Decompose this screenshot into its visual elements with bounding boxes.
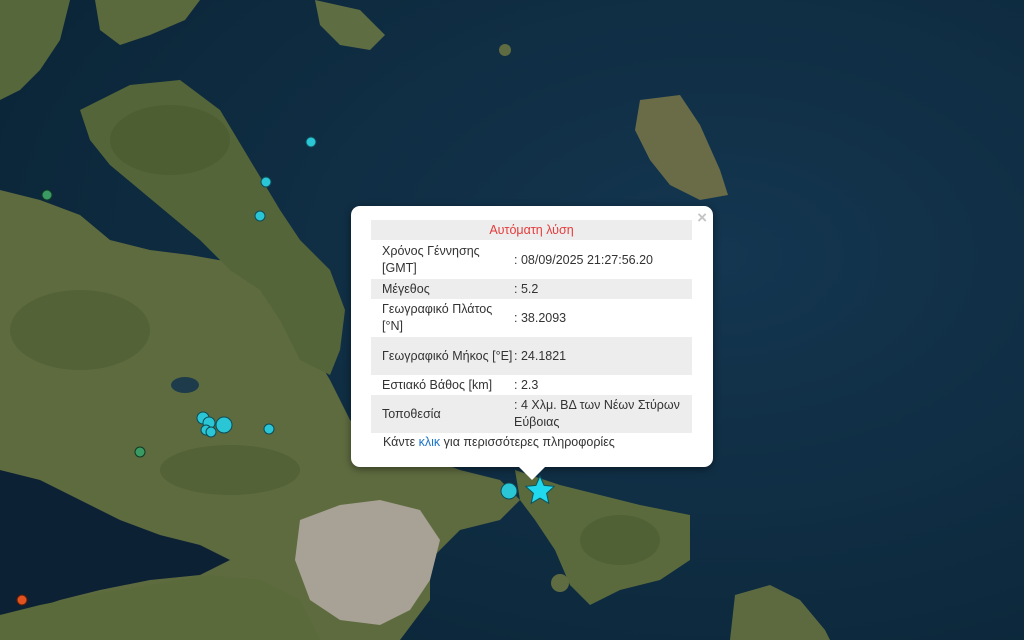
row-origin-time: Χρόνος Γέννησης [GMT] : 08/09/2025 21:27… [371, 241, 692, 279]
origin-time-value: : 08/09/2025 21:27:56.20 [514, 252, 654, 267]
earthquake-marker[interactable] [260, 176, 272, 188]
lake [171, 377, 199, 393]
row-location: Τοποθεσία : 4 Χλμ. ΒΔ των Νέων Στύρων Εύ… [371, 395, 692, 433]
close-icon[interactable]: × [697, 209, 707, 226]
latitude-label: Γεωγραφικό Πλάτος [°N] [382, 302, 493, 333]
mountain-shade [160, 445, 300, 495]
earthquake-marker[interactable] [16, 594, 28, 606]
more-info-prefix: Κάντε [383, 435, 419, 449]
more-info-suffix: για περισσότερες πληροφορίες [440, 435, 615, 449]
origin-time-label: Χρόνος Γέννησης [GMT] [382, 244, 480, 275]
mountain-shade [580, 515, 660, 565]
mountain-shade [10, 290, 150, 370]
latitude-value: : 38.2093 [514, 310, 567, 325]
earthquake-marker[interactable] [305, 136, 317, 148]
depth-value: : 2.3 [514, 377, 539, 392]
more-info-link[interactable]: κλικ [419, 435, 441, 449]
popup-title: Αυτόματη λύση [371, 220, 692, 240]
popup-tip [518, 466, 546, 480]
earthquake-marker[interactable] [500, 482, 518, 500]
earthquake-marker[interactable] [134, 446, 146, 458]
location-value: : 4 Χλμ. ΒΔ των Νέων Στύρων Εύβοιας [514, 398, 680, 429]
magnitude-value: : 5.2 [514, 281, 539, 296]
row-longitude: Γεωγραφικό Μήκος [°E] : 24.1821 [371, 337, 692, 375]
location-label: Τοποθεσία [382, 406, 441, 421]
depth-label: Εστιακό Βάθος [km] [382, 377, 493, 392]
islet [551, 574, 569, 592]
earthquake-marker[interactable] [263, 423, 275, 435]
earthquake-marker[interactable] [205, 426, 217, 438]
magnitude-label: Μέγεθος [382, 281, 430, 296]
row-latitude: Γεωγραφικό Πλάτος [°N] : 38.2093 [371, 299, 692, 337]
earthquake-marker[interactable] [254, 210, 266, 222]
earthquake-marker[interactable] [215, 416, 233, 434]
longitude-value: : 24.1821 [514, 348, 567, 363]
mountain-shade [110, 105, 230, 175]
row-depth: Εστιακό Βάθος [km] : 2.3 [371, 375, 692, 395]
earthquake-marker[interactable] [41, 189, 53, 201]
row-magnitude: Μέγεθος : 5.2 [371, 279, 692, 299]
islet [499, 44, 511, 56]
more-info-text: Κάντε κλικ για περισσότερες πληροφορίες [383, 434, 615, 450]
earthquake-info-popup: × Αυτόματη λύση Χρόνος Γέννησης [GMT] : … [351, 206, 713, 467]
longitude-label: Γεωγραφικό Μήκος [°E] [382, 348, 513, 363]
